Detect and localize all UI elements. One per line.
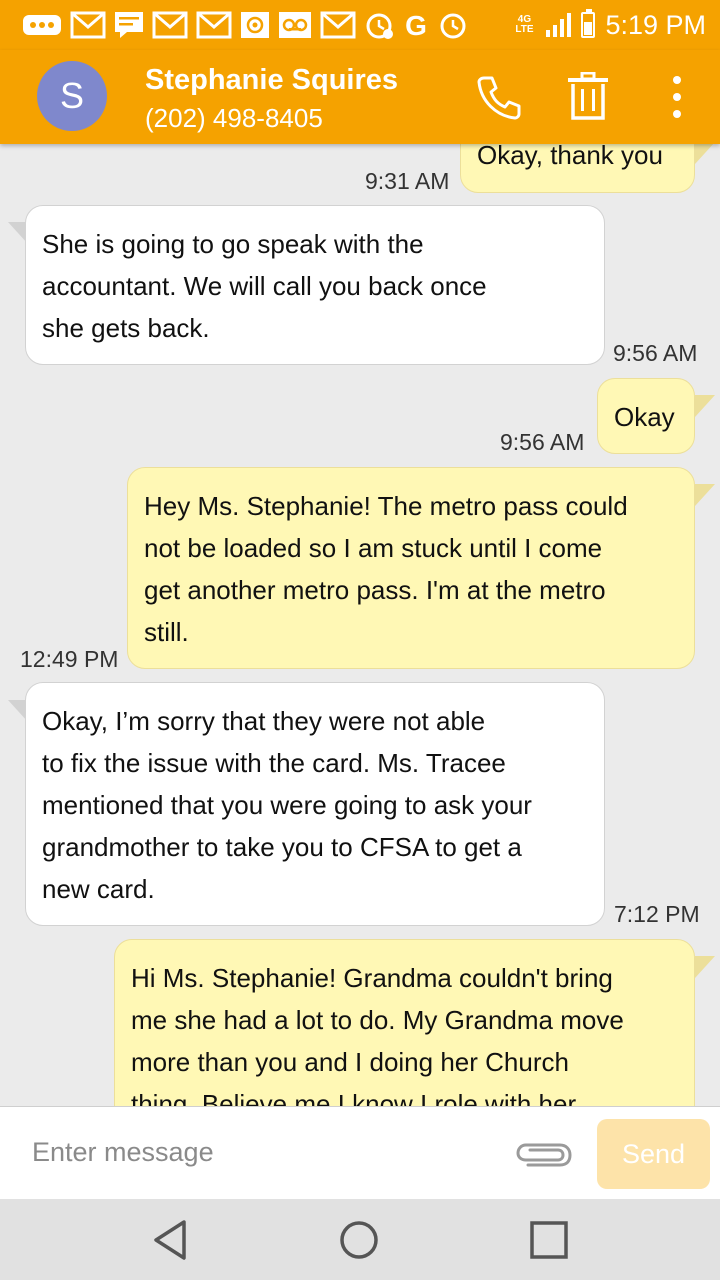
phone-icon <box>477 76 521 120</box>
message-line: to fix the issue with the card. Ms. Trac… <box>42 748 506 778</box>
gmail-icon <box>320 11 356 39</box>
delete-button[interactable] <box>561 70 615 124</box>
email-icon <box>240 11 270 39</box>
message-line: Hey Ms. Stephanie! The metro pass could <box>144 491 628 521</box>
message-line: get another metro pass. I'm at the metro <box>144 575 606 605</box>
recents-button[interactable] <box>524 1215 574 1265</box>
contact-phone: (202) 498-8405 <box>145 103 323 133</box>
composer: Send <box>0 1106 720 1200</box>
gmail-icon <box>196 11 232 39</box>
more-vert-icon <box>673 76 681 118</box>
status-bar: G 4G LTE 5:19 PM <box>0 0 720 50</box>
contact-name: Stephanie Squires <box>145 64 399 96</box>
navigation-bar <box>0 1199 720 1280</box>
bubble-tail <box>695 144 715 164</box>
message-time: 9:31 AM <box>365 168 450 194</box>
google-icon: G <box>402 10 430 40</box>
message-text: Okay <box>614 402 675 432</box>
message-time: 12:49 PM <box>20 646 119 672</box>
alarm-icon <box>364 10 394 40</box>
notification-icons: G <box>22 8 468 42</box>
message-icon <box>114 11 144 39</box>
message-line: me she had a lot to do. My Grandma move <box>131 1005 624 1035</box>
message-line: accountant. We will call you back once <box>42 271 487 301</box>
message-time: 9:56 AM <box>500 429 585 455</box>
message-line: more than you and I doing her Church <box>131 1047 569 1077</box>
back-icon <box>154 1220 186 1260</box>
more-icon <box>22 12 62 38</box>
message-text: Okay, thank you <box>477 144 663 170</box>
gmail-icon <box>152 11 188 39</box>
trash-icon <box>568 72 608 120</box>
alarm-icon <box>438 10 468 40</box>
bubble-tail <box>695 395 715 417</box>
send-button[interactable]: Send <box>597 1119 710 1189</box>
message-bubble-outgoing[interactable]: Okay <box>597 378 695 454</box>
signal-icon <box>545 12 572 38</box>
recents-icon <box>530 1221 568 1259</box>
gmail-icon <box>70 11 106 39</box>
message-bubble-outgoing[interactable]: Okay, thank you <box>460 144 695 193</box>
clock: 5:19 PM <box>605 9 706 40</box>
paperclip-icon <box>516 1143 572 1167</box>
message-list[interactable]: Okay, thank you 9:31 AM She is going to … <box>0 144 720 1106</box>
message-line: Hi Ms. Stephanie! Grandma couldn't bring <box>131 963 613 993</box>
message-line: still. <box>144 617 189 647</box>
message-bubble-incoming[interactable]: Okay, I’m sorry that they were not able … <box>25 682 605 926</box>
overflow-menu-button[interactable] <box>650 70 704 124</box>
message-line: mentioned that you were going to ask you… <box>42 790 532 820</box>
message-input[interactable] <box>30 1129 504 1175</box>
message-line: She is going to go speak with the <box>42 229 424 259</box>
voicemail-icon <box>278 11 312 39</box>
avatar[interactable]: S <box>37 61 107 131</box>
message-line: new card. <box>42 874 155 904</box>
back-button[interactable] <box>145 1215 195 1265</box>
svg-text:G: G <box>405 10 427 40</box>
conversation-header: S Stephanie Squires (202) 498-8405 <box>0 50 720 144</box>
battery-icon <box>581 9 596 38</box>
message-bubble-outgoing[interactable]: Hey Ms. Stephanie! The metro pass could … <box>127 467 695 669</box>
bubble-tail <box>695 956 715 978</box>
message-bubble-outgoing[interactable]: Hi Ms. Stephanie! Grandma couldn't bring… <box>114 939 695 1106</box>
message-time: 9:56 AM <box>613 340 698 366</box>
message-line: Okay, I’m sorry that they were not able <box>42 706 486 736</box>
message-bubble-incoming[interactable]: She is going to go speak with the accoun… <box>25 205 605 365</box>
message-line: grandmother to take you to CFSA to get a <box>42 832 522 862</box>
message-time: 7:12 PM <box>614 901 700 927</box>
bubble-tail <box>695 484 715 506</box>
home-button[interactable] <box>334 1215 384 1265</box>
home-icon <box>340 1221 378 1259</box>
call-button[interactable] <box>472 70 526 124</box>
attach-button[interactable] <box>514 1135 576 1175</box>
message-line: thing. Believe me I know I role with her <box>131 1089 577 1106</box>
message-line: not be loaded so I am stuck until I come <box>144 533 603 563</box>
network-type: 4G LTE <box>515 14 534 35</box>
message-line: she gets back. <box>42 313 210 343</box>
